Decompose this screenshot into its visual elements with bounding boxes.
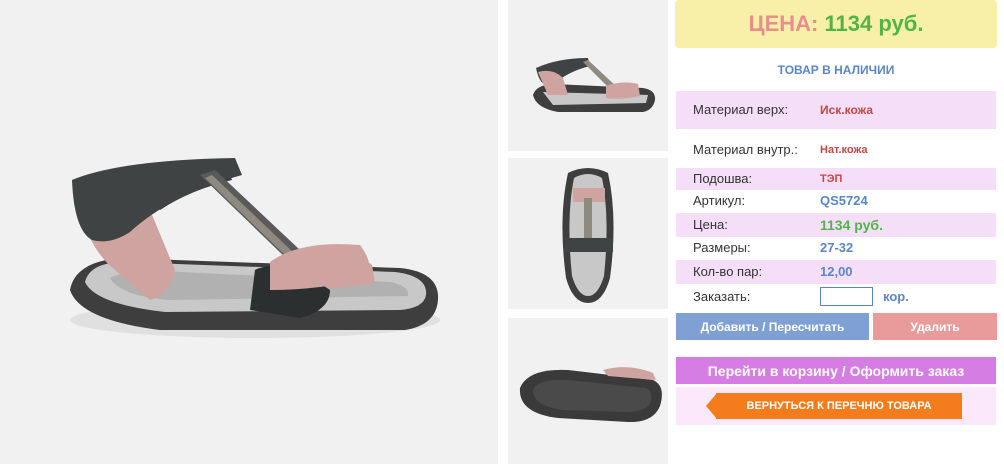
spec-label: Кол-во пар: xyxy=(693,264,763,279)
price-banner-label: ЦЕНА: xyxy=(748,11,819,36)
order-quantity-input[interactable] xyxy=(820,287,873,306)
delete-button[interactable]: Удалить xyxy=(873,313,997,340)
spec-value: Нат.кожа xyxy=(820,144,868,156)
price-banner: ЦЕНА: 1134 руб. xyxy=(675,0,997,48)
spec-row-sole: Подошва: ТЭП xyxy=(676,168,996,190)
thumbnail-sole-view[interactable] xyxy=(508,318,668,464)
spec-value: 12,00 xyxy=(820,264,853,279)
spec-value: ТЭП xyxy=(820,173,843,185)
spec-label: Размеры: xyxy=(693,240,751,255)
spec-row-article: Артикул: QS5724 xyxy=(676,190,996,212)
spec-row-sizes: Размеры: 27-32 xyxy=(676,237,996,259)
sandal-side-thumb xyxy=(533,58,656,112)
spec-label: Подошва: xyxy=(693,171,753,186)
price-banner-value: 1134 руб. xyxy=(824,11,924,36)
order-row: Заказать: кор. xyxy=(676,285,996,309)
spec-row-price: Цена: 1134 руб. xyxy=(676,213,996,237)
add-recalculate-button[interactable]: Добавить / Пересчитать xyxy=(676,313,869,340)
go-to-cart-button[interactable]: Перейти в корзину / Оформить заказ xyxy=(676,357,996,384)
spec-row-material-inner: Материал внутр.: Нат.кожа xyxy=(676,131,996,169)
spec-value: 1134 руб. xyxy=(820,217,883,233)
spec-label: Материал верх: xyxy=(693,102,789,117)
back-button-area: ВЕРНУТЬСЯ К ПЕРЕЧНЮ ТОВАРА xyxy=(676,387,996,425)
sandal-sole-thumb xyxy=(519,367,662,423)
thumbnail-side-view[interactable] xyxy=(508,0,668,151)
spec-label: Цена: xyxy=(693,217,728,232)
order-label: Заказать: xyxy=(693,289,751,304)
sandal-illustration xyxy=(70,158,440,338)
main-product-image xyxy=(0,0,498,464)
spec-row-pairs: Кол-во пар: 12,00 xyxy=(676,260,996,284)
thumbnail-top-view[interactable] xyxy=(508,158,668,309)
spec-value: QS5724 xyxy=(820,193,868,208)
sandal-top-thumb xyxy=(562,168,614,303)
spec-label: Артикул: xyxy=(693,193,746,208)
product-info-panel: ЦЕНА: 1134 руб. ТОВАР В НАЛИЧИИ Материал… xyxy=(675,0,997,464)
spec-value: Иск.кожа xyxy=(820,103,873,117)
order-unit: кор. xyxy=(883,289,909,304)
back-to-list-button[interactable]: ВЕРНУТЬСЯ К ПЕРЕЧНЮ ТОВАРА xyxy=(716,393,962,419)
spec-label: Материал внутр.: xyxy=(693,142,798,157)
stock-status: ТОВАР В НАЛИЧИИ xyxy=(777,63,895,77)
spec-row-material-top: Материал верх: Иск.кожа xyxy=(676,91,996,129)
spec-value: 27-32 xyxy=(820,240,854,255)
